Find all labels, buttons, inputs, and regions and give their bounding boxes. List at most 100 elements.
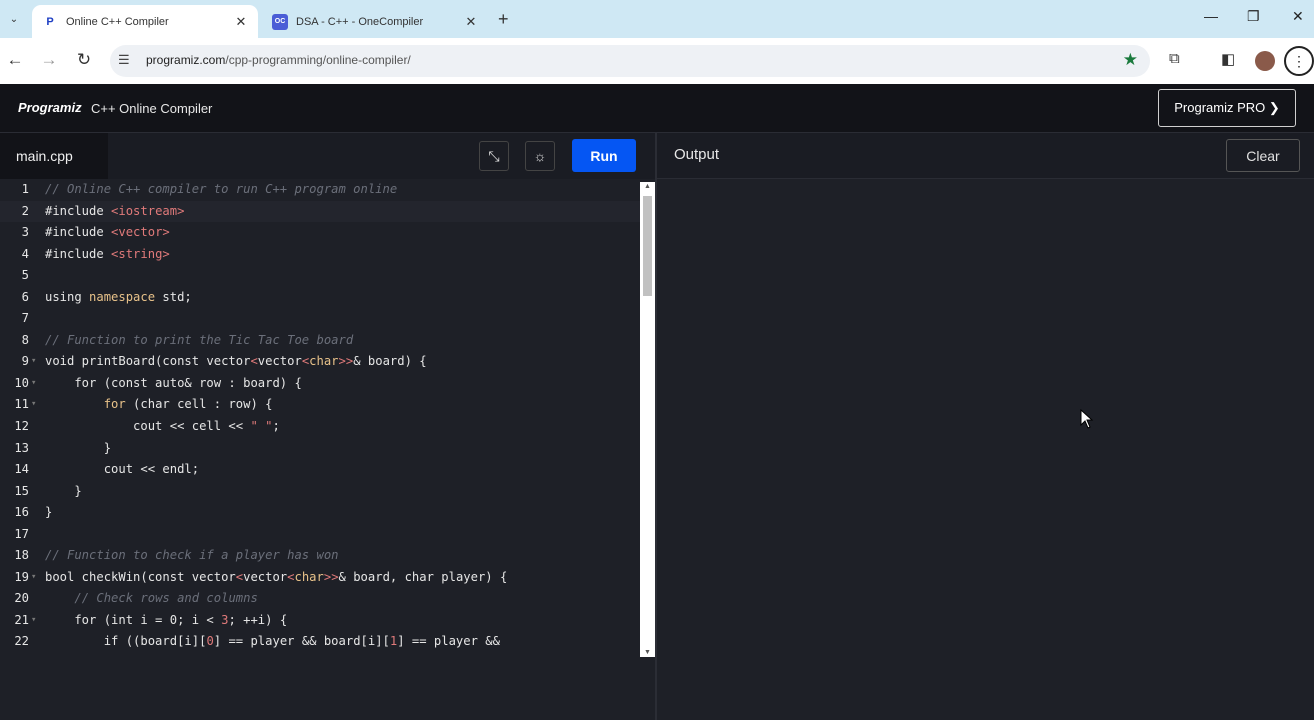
extensions-icon[interactable]: ⧉ xyxy=(1169,50,1180,67)
code-line[interactable]: 20 // Check rows and columns xyxy=(0,588,640,610)
code-line[interactable]: 9 ▾ void printBoard(const vector<vector<ch… xyxy=(0,351,640,373)
line-number: 10 xyxy=(14,375,29,390)
mouse-pointer-icon xyxy=(1080,409,1094,429)
fold-toggle-icon[interactable]: ▾ xyxy=(31,567,36,589)
code-text[interactable]: cout << endl; xyxy=(45,459,199,481)
code-text[interactable]: #include <iostream> xyxy=(45,201,184,223)
line-number: 11 xyxy=(14,397,29,412)
code-text[interactable]: void printBoard(const vector<vector<char… xyxy=(45,351,427,373)
line-number: 12 xyxy=(14,419,29,434)
code-line[interactable]: 5 xyxy=(0,265,640,287)
browser-toolbar: ← → ↻ ☰ programiz.com/cpp-programming/on… xyxy=(0,38,1314,84)
code-line[interactable]: 4 #include <string> xyxy=(0,244,640,266)
theme-toggle-sun-icon[interactable]: ☼ xyxy=(525,141,555,171)
code-line[interactable]: 12 cout << cell << " "; xyxy=(0,416,640,438)
editor-scrollbar[interactable]: ▲ ▼ xyxy=(640,182,655,657)
line-number: 18 xyxy=(14,548,29,563)
code-line[interactable]: 11 ▾ for (char cell : row) { xyxy=(0,394,640,416)
restore-icon[interactable]: ❐ xyxy=(1247,8,1260,25)
profile-avatar[interactable] xyxy=(1255,51,1275,71)
code-text[interactable]: } xyxy=(45,438,111,460)
browser-tabstrip: ⌄ P Online C++ Compiler ✕ OC DSA - C++ -… xyxy=(0,0,1314,38)
line-number: 21 xyxy=(14,612,29,627)
code-line[interactable]: 15 } xyxy=(0,481,640,503)
line-number: 3 xyxy=(21,225,29,240)
address-bar[interactable]: ☰ programiz.com/cpp-programming/online-c… xyxy=(110,45,1150,77)
tab-search-chevron-icon[interactable]: ⌄ xyxy=(4,9,24,29)
line-number: 19 xyxy=(14,569,29,584)
code-line[interactable]: 6 using namespace std; xyxy=(0,287,640,309)
code-line[interactable]: 21 ▾ for (int i = 0; i < 3; ++i) { xyxy=(0,610,640,632)
code-line[interactable]: 2 #include <iostream> xyxy=(0,200,640,223)
code-text[interactable]: bool checkWin(const vector<vector<char>>… xyxy=(45,567,507,589)
line-number: 22 xyxy=(14,634,29,649)
scroll-down-icon[interactable]: ▼ xyxy=(644,649,651,656)
forward-arrow-icon[interactable]: → xyxy=(38,50,60,70)
output-title: Output xyxy=(674,146,720,163)
new-tab-icon[interactable]: + xyxy=(498,9,509,30)
code-line[interactable]: 17 xyxy=(0,524,640,546)
programiz-icon: P xyxy=(46,15,54,28)
code-lines[interactable]: 1 // Online C++ compiler to run C++ progr… xyxy=(0,179,640,653)
fold-toggle-icon[interactable]: ▾ xyxy=(31,394,36,416)
line-number: 15 xyxy=(14,483,29,498)
code-text[interactable]: #include <string> xyxy=(45,244,170,266)
reload-icon[interactable]: ↻ xyxy=(73,50,95,70)
code-text[interactable]: for (const auto& row : board) { xyxy=(45,373,301,395)
browser-menu-icon[interactable]: ⋮ xyxy=(1284,46,1314,76)
code-text[interactable]: } xyxy=(45,502,52,524)
run-button[interactable]: Run xyxy=(572,139,636,172)
scrollbar-thumb[interactable] xyxy=(643,196,652,296)
code-text[interactable]: // Online C++ compiler to run C++ progra… xyxy=(45,179,397,201)
line-number: 13 xyxy=(14,440,29,455)
code-line[interactable]: 16} xyxy=(0,502,640,524)
code-text[interactable]: for (int i = 0; i < 3; ++i) { xyxy=(45,610,287,632)
code-line[interactable]: 10 ▾ for (const auto& row : board) { xyxy=(0,373,640,395)
onecompiler-icon: OC xyxy=(272,13,288,30)
close-tab-icon[interactable]: ✕ xyxy=(232,14,250,30)
window-close-icon[interactable]: ✕ xyxy=(1292,8,1304,25)
fold-toggle-icon[interactable]: ▾ xyxy=(31,351,36,373)
back-arrow-icon[interactable]: ← xyxy=(4,50,26,70)
minimize-icon[interactable]: — xyxy=(1204,8,1218,24)
clear-button[interactable]: Clear xyxy=(1226,139,1300,172)
code-line[interactable]: 7 xyxy=(0,308,640,330)
code-text[interactable]: #include <vector> xyxy=(45,222,170,244)
programiz-pro-button[interactable]: Programiz PRO ❯ xyxy=(1158,89,1296,127)
url-text[interactable]: programiz.com/cpp-programming/online-com… xyxy=(146,53,411,67)
line-number: 7 xyxy=(21,311,29,326)
programiz-logo[interactable]: Programiz xyxy=(18,100,82,115)
fold-toggle-icon[interactable]: ▾ xyxy=(31,373,36,395)
code-line[interactable]: 19 ▾ bool checkWin(const vector<vector<cha… xyxy=(0,567,640,589)
code-line[interactable]: 18 // Function to check if a player has w… xyxy=(0,545,640,567)
code-line[interactable]: 22 if ((board[i][0] == player && board[i… xyxy=(0,631,640,653)
code-text[interactable]: for (char cell : row) { xyxy=(45,394,273,416)
code-text[interactable]: // Function to check if a player has won xyxy=(45,545,339,567)
code-text[interactable]: cout << cell << " "; xyxy=(45,416,280,438)
code-text[interactable]: } xyxy=(45,481,81,503)
close-tab-icon[interactable]: ✕ xyxy=(462,14,480,30)
output-console[interactable] xyxy=(657,179,1314,720)
site-settings-icon[interactable]: ☰ xyxy=(118,52,130,68)
scroll-up-icon[interactable]: ▲ xyxy=(644,183,651,190)
file-tab-main-cpp[interactable]: main.cpp xyxy=(0,133,108,179)
code-editor[interactable]: 1 // Online C++ compiler to run C++ progr… xyxy=(0,179,655,720)
fold-toggle-icon[interactable]: ▾ xyxy=(31,610,36,632)
code-line[interactable]: 13 } xyxy=(0,438,640,460)
browser-tab-active[interactable]: P Online C++ Compiler ✕ xyxy=(32,5,258,38)
code-text[interactable]: // Function to print the Tic Tac Toe boa… xyxy=(45,330,353,352)
code-line[interactable]: 1 // Online C++ compiler to run C++ progr… xyxy=(0,179,640,201)
side-panel-icon[interactable]: ◧ xyxy=(1221,50,1235,68)
code-line[interactable]: 3 #include <vector> xyxy=(0,222,640,244)
code-text[interactable]: using namespace std; xyxy=(45,287,192,309)
code-text[interactable]: if ((board[i][0] == player && board[i][1… xyxy=(45,631,500,653)
collapse-icon[interactable]: ⤡ xyxy=(479,141,509,171)
tab-title: DSA - C++ - OneCompiler xyxy=(296,15,424,28)
code-line[interactable]: 8 // Function to print the Tic Tac Toe bo… xyxy=(0,330,640,352)
tab-title: Online C++ Compiler xyxy=(66,15,169,28)
code-text[interactable]: // Check rows and columns xyxy=(45,588,257,610)
line-number: 1 xyxy=(21,182,29,196)
code-line[interactable]: 14 cout << endl; xyxy=(0,459,640,481)
bookmark-star-icon[interactable]: ★ xyxy=(1123,50,1138,70)
browser-tab-inactive[interactable]: OC DSA - C++ - OneCompiler ✕ xyxy=(262,5,488,38)
